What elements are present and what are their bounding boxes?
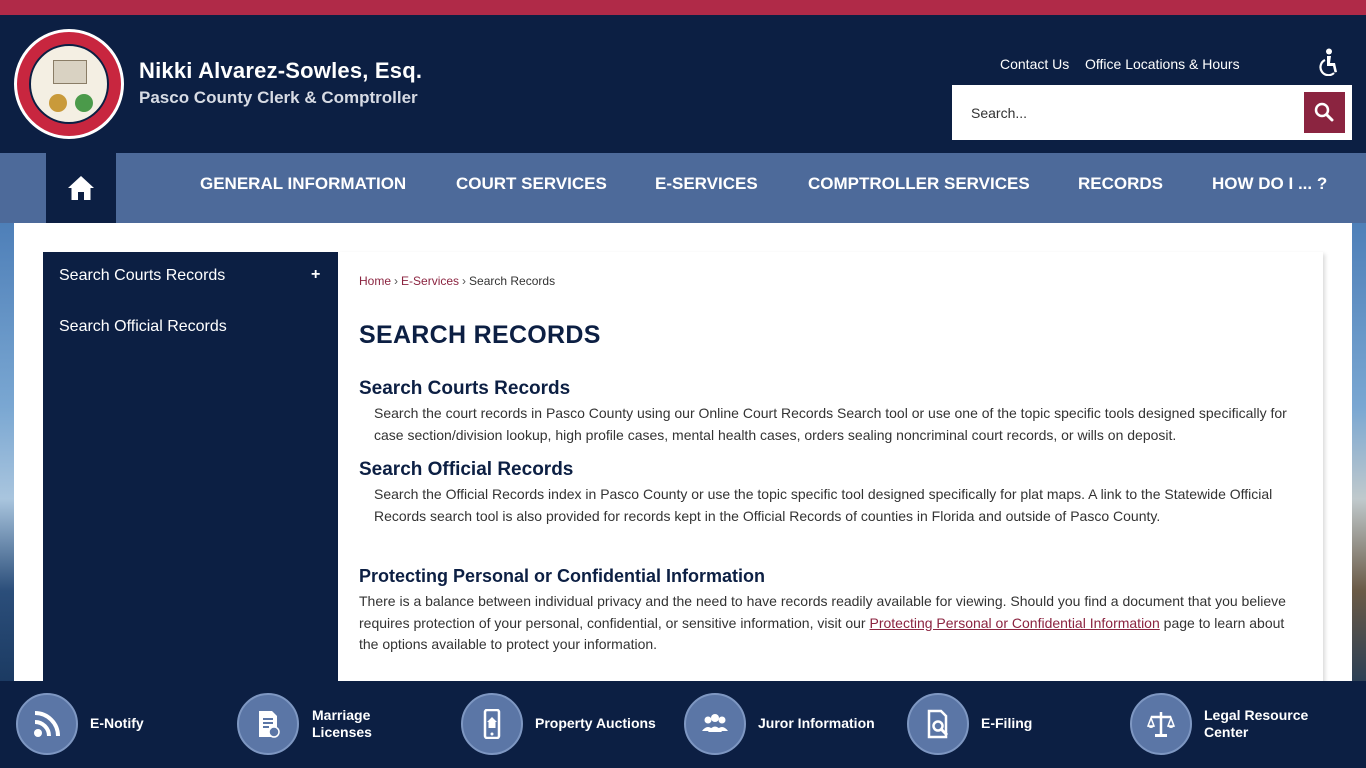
- people-icon: [702, 714, 728, 732]
- clerk-seal-logo[interactable]: [14, 29, 124, 139]
- breadcrumb-home[interactable]: Home: [359, 274, 391, 288]
- nav-e-services[interactable]: E-SERVICES: [655, 174, 758, 194]
- privacy-text: There is a balance between individual pr…: [359, 593, 1286, 652]
- search-button[interactable]: [1304, 92, 1345, 133]
- quick-link-marriage-licenses[interactable]: Marriage Licenses: [237, 693, 437, 755]
- sidebar-item-search-courts-records[interactable]: Search Courts Records: [59, 267, 225, 285]
- nav-comptroller-services[interactable]: COMPTROLLER SERVICES: [808, 174, 1030, 194]
- quick-link-property-auctions[interactable]: Property Auctions: [461, 693, 671, 755]
- office-locations-link[interactable]: Office Locations & Hours: [1085, 56, 1240, 72]
- page-title: SEARCH RECORDS: [359, 321, 601, 349]
- section-heading-official[interactable]: Search Official Records: [359, 459, 573, 481]
- rss-icon: [34, 711, 60, 737]
- main-nav: GENERAL INFORMATION COURT SERVICES E-SER…: [0, 153, 1366, 223]
- search-box: [952, 85, 1352, 140]
- org-name[interactable]: Nikki Alvarez-Sowles, Esq.: [139, 58, 422, 84]
- certificate-icon: [259, 711, 280, 738]
- privacy-heading: Protecting Personal or Confidential Info…: [359, 566, 766, 586]
- document-search-icon: [927, 709, 949, 739]
- search-input[interactable]: [962, 95, 1302, 130]
- quick-links-bar: E-Notify Marriage Licenses Property Auct…: [0, 681, 1366, 768]
- breadcrumb: Home › E-Services › Search Records: [359, 274, 556, 288]
- nav-home-button[interactable]: [46, 153, 116, 223]
- background-photo-right: [1352, 223, 1366, 683]
- privacy-link[interactable]: Protecting Personal or Confidential Info…: [869, 615, 1159, 631]
- quick-link-juror-information[interactable]: Juror Information: [684, 693, 894, 755]
- quick-link-e-notify[interactable]: E-Notify: [16, 693, 216, 755]
- home-icon: [68, 176, 94, 200]
- quick-link-e-filing[interactable]: E-Filing: [907, 693, 1107, 755]
- scales-icon: [1146, 712, 1176, 737]
- contact-us-link[interactable]: Contact Us: [1000, 56, 1069, 72]
- nav-how-do-i[interactable]: HOW DO I ... ?: [1212, 174, 1327, 194]
- top-accent-bar: [0, 0, 1366, 15]
- breadcrumb-current: Search Records: [469, 274, 556, 288]
- section-heading-courts[interactable]: Search Courts Records: [359, 378, 570, 400]
- section-text-courts: Search the court records in Pasco County…: [374, 405, 1287, 443]
- org-subtitle[interactable]: Pasco County Clerk & Comptroller: [139, 88, 418, 108]
- section-text-official: Search the Official Records index in Pas…: [374, 486, 1273, 524]
- mobile-house-icon: [483, 709, 501, 739]
- search-icon: [1314, 102, 1334, 122]
- background-photo-left: [0, 223, 14, 683]
- sidebar-item-search-official-records[interactable]: Search Official Records: [59, 318, 227, 336]
- expand-plus-icon[interactable]: +: [311, 266, 320, 284]
- site-header: Contact Us Office Locations & Hours: [0, 15, 1366, 153]
- nav-general-information[interactable]: GENERAL INFORMATION: [200, 174, 406, 194]
- breadcrumb-e-services[interactable]: E-Services: [401, 274, 459, 288]
- nav-records[interactable]: RECORDS: [1078, 174, 1163, 194]
- sidebar: Search Courts Records + Search Official …: [43, 252, 338, 683]
- nav-court-services[interactable]: COURT SERVICES: [456, 174, 607, 194]
- accessibility-icon[interactable]: [1315, 48, 1341, 76]
- main-content: Home › E-Services › Search Records SEARCH RE…: [338, 252, 1323, 683]
- quick-link-legal-resource-center[interactable]: Legal Resource Center: [1130, 693, 1350, 755]
